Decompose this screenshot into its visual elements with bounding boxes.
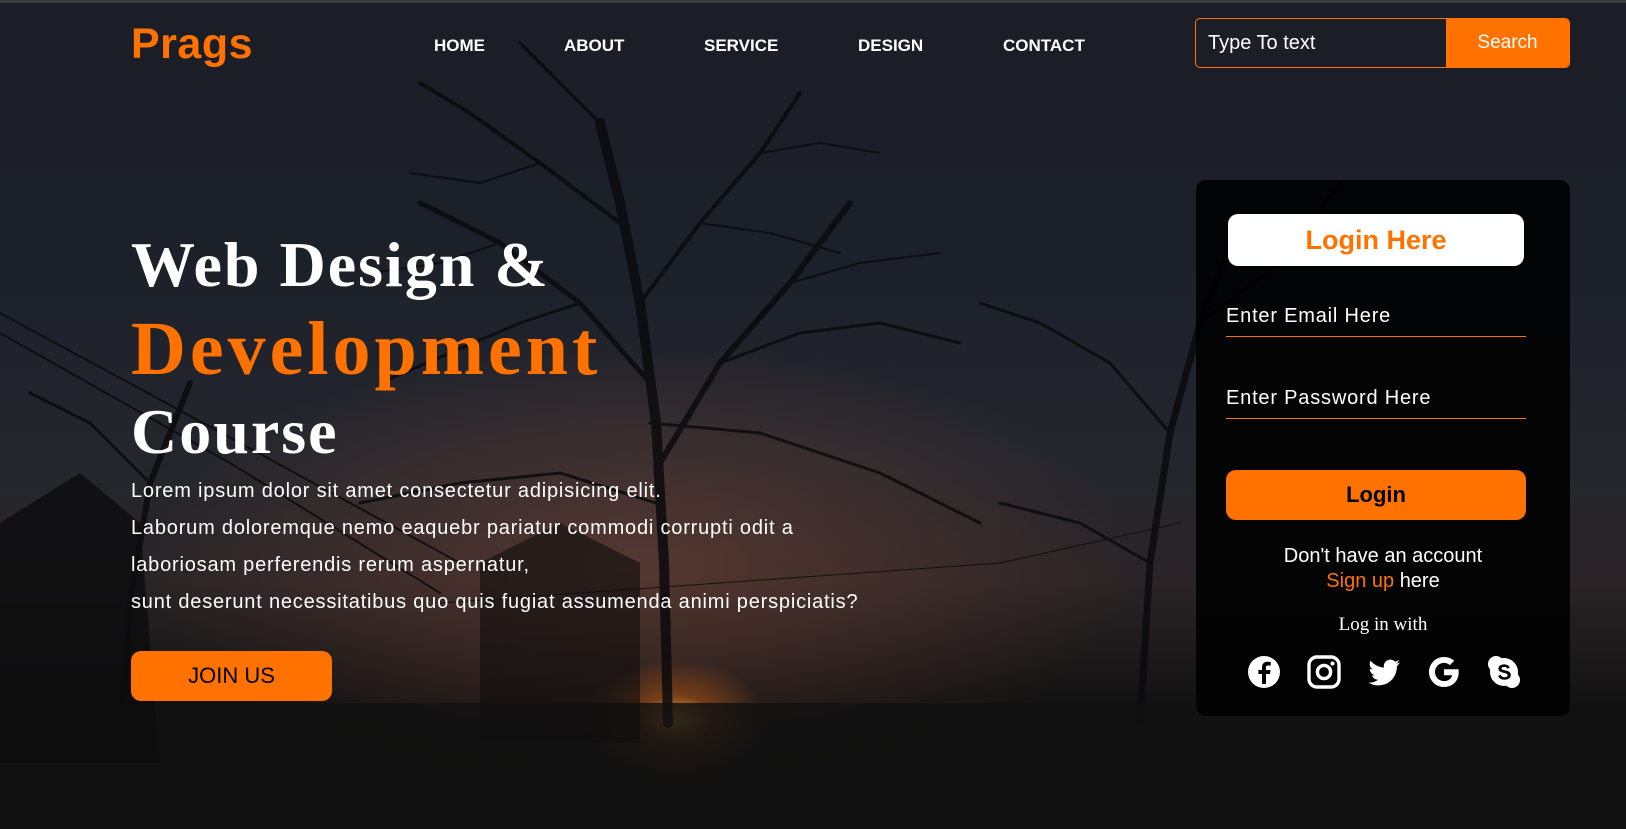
hero-title-line1: Web Design & bbox=[131, 229, 550, 300]
nav-item-service[interactable]: SERVICE bbox=[704, 36, 778, 56]
brand-logo[interactable]: Prags bbox=[131, 20, 253, 69]
hero-description-line: sunt deserunt necessitatibus quo quis fu… bbox=[131, 591, 859, 613]
google-icon[interactable] bbox=[1426, 654, 1462, 690]
signup-prompt: Don't have an account Sign up here bbox=[1196, 544, 1570, 594]
no-account-text: Don't have an account bbox=[1283, 545, 1483, 567]
twitter-icon[interactable] bbox=[1366, 654, 1402, 690]
login-button[interactable]: Login bbox=[1226, 470, 1526, 520]
nav-item-contact[interactable]: CONTACT bbox=[1003, 36, 1085, 56]
skype-icon[interactable] bbox=[1486, 654, 1522, 690]
signup-suffix: here bbox=[1399, 570, 1440, 592]
search-button[interactable]: Search bbox=[1446, 19, 1569, 67]
facebook-icon[interactable] bbox=[1246, 654, 1282, 690]
login-with-label: Log in with bbox=[1338, 614, 1428, 635]
search-bar: Search bbox=[1195, 18, 1570, 68]
hero-description: Lorem ipsum dolor sit amet consectetur a… bbox=[131, 473, 858, 621]
search-input[interactable] bbox=[1196, 19, 1446, 67]
nav-item-about[interactable]: ABOUT bbox=[564, 36, 624, 56]
login-card: Login Here Login Don't have an account S… bbox=[1196, 180, 1570, 716]
hero-description-line: laboriosam perferendis rerum aspernatur, bbox=[131, 554, 530, 576]
social-login-icons bbox=[1246, 654, 1526, 690]
password-field[interactable] bbox=[1226, 379, 1526, 419]
hero-description-line: Laborum doloremque nemo eaquebr pariatur… bbox=[131, 517, 794, 539]
nav-item-home[interactable]: HOME bbox=[434, 36, 485, 56]
nav-item-design[interactable]: DESIGN bbox=[858, 36, 923, 56]
email-field[interactable] bbox=[1226, 297, 1526, 337]
signup-link[interactable]: Sign up bbox=[1326, 570, 1394, 592]
join-us-button[interactable]: JOIN US bbox=[131, 651, 332, 701]
instagram-icon[interactable] bbox=[1306, 654, 1342, 690]
hero-title-highlight: Development bbox=[131, 307, 602, 391]
hero-title-line3: Course bbox=[131, 396, 339, 467]
hero-description-line: Lorem ipsum dolor sit amet consectetur a… bbox=[131, 480, 662, 502]
login-card-title: Login Here bbox=[1228, 214, 1524, 266]
